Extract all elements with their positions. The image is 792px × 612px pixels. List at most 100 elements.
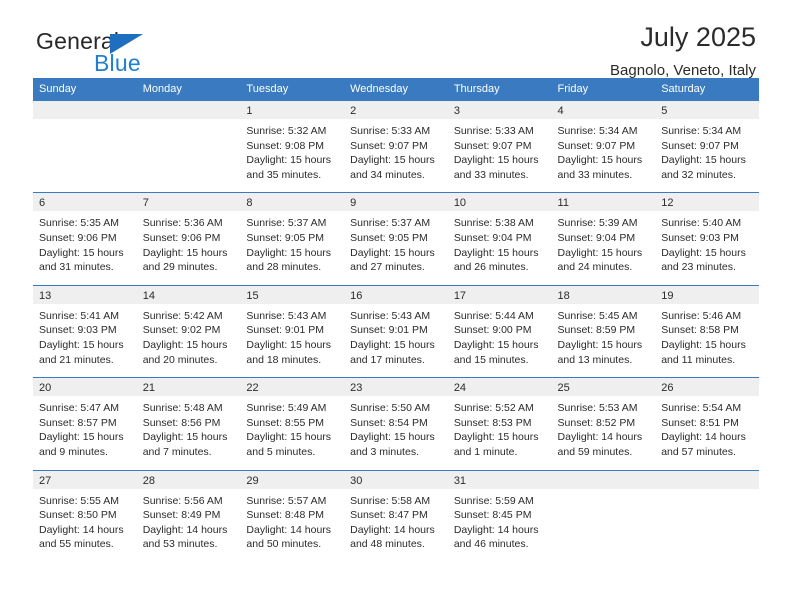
day-daylight-1-text: Daylight: 15 hours [557,338,643,351]
calendar-day-cell[interactable]: 12 Sunrise: 5:40 AM Sunset: 9:03 PM Dayligh… [655,192,759,286]
calendar-day-cell[interactable]: 2 Sunrise: 5:33 AM Sunset: 9:07 PM Daylight… [344,99,448,193]
day-daylight-2-text: and 27 minutes. [350,261,425,274]
day-sunset-text: Sunset: 9:01 PM [246,324,325,337]
day-details [137,119,241,181]
day-details: Sunrise: 5:44 AM Sunset: 9:00 PM Daylight:… [448,304,552,377]
calendar-day-cell[interactable]: 9 Sunrise: 5:37 AM Sunset: 9:05 PM Daylight… [344,192,448,286]
day-sunrise-text: Sunrise: 5:32 AM [246,125,327,137]
day-number: 30 [344,470,448,489]
calendar-week-row: 6 Sunrise: 5:35 AM Sunset: 9:06 PM Daylight… [33,192,759,286]
calendar-day-cell[interactable]: 25 Sunrise: 5:53 AM Sunset: 8:52 PM Dayligh… [551,377,656,470]
day-daylight-2-text: and 20 minutes. [142,353,218,366]
day-daylight-2-text: and 34 minutes. [350,168,425,181]
calendar-day-cell[interactable]: 28 Sunrise: 5:56 AM Sunset: 8:49 PM Dayligh… [136,469,241,562]
day-details [655,489,759,551]
calendar-day-cell[interactable]: 31 Sunrise: 5:59 AM Sunset: 8:45 PM Dayligh… [447,469,552,562]
day-number: 20 [33,378,137,397]
day-sunrise-text: Sunrise: 5:58 AM [350,494,431,507]
day-details: Sunrise: 5:32 AM Sunset: 9:08 PM Daylight:… [240,119,344,192]
day-number: 5 [655,101,759,119]
day-daylight-2-text: and 28 minutes. [246,261,322,274]
day-number: 3 [447,101,552,119]
page-header: General Blue July 2025 Bagnolo, Veneto, … [33,0,759,80]
day-number: 25 [551,378,656,397]
day-details: Sunrise: 5:53 AM Sunset: 8:52 PM Daylight:… [552,396,656,469]
calendar-day-cell[interactable]: 20 Sunrise: 5:47 AM Sunset: 8:57 PM Dayligh… [33,377,137,470]
day-sunrise-text: Sunrise: 5:44 AM [453,309,534,322]
calendar-day-cell[interactable]: 15 Sunrise: 5:43 AM Sunset: 9:01 PM Dayligh… [240,284,345,378]
brand-logo[interactable]: General Blue [36,28,236,80]
calendar-day-cell[interactable]: 27 Sunrise: 5:55 AM Sunset: 8:50 PM Dayligh… [33,469,137,562]
day-details: Sunrise: 5:52 AM Sunset: 8:53 PM Daylight:… [448,396,552,469]
day-details: Sunrise: 5:49 AM Sunset: 8:55 PM Daylight:… [240,396,344,469]
day-daylight-2-text: and 23 minutes. [661,261,736,274]
day-number: 1 [240,101,345,119]
calendar-day-cell[interactable]: 16 Sunrise: 5:43 AM Sunset: 9:01 PM Dayligh… [344,284,448,378]
day-sunrise-text: Sunrise: 5:56 AM [142,494,223,507]
day-sunset-text: Sunset: 9:03 PM [39,324,117,337]
day-sunset-text: Sunset: 9:06 PM [39,231,117,244]
day-sunrise-text: Sunrise: 5:49 AM [246,402,327,415]
calendar-day-cell[interactable]: 19 Sunrise: 5:46 AM Sunset: 8:58 PM Dayligh… [655,284,759,378]
day-details: Sunrise: 5:34 AM Sunset: 9:07 PM Daylight:… [552,119,656,192]
calendar-day-cell[interactable]: 14 Sunrise: 5:42 AM Sunset: 9:02 PM Dayligh… [136,284,241,378]
day-daylight-1-text: Daylight: 15 hours [142,246,228,259]
weekday-header-sunday: Sunday [33,78,137,101]
calendar-day-cell[interactable]: 22 Sunrise: 5:49 AM Sunset: 8:55 PM Dayligh… [240,377,345,470]
day-daylight-2-text: and 48 minutes. [350,538,425,551]
day-number: 15 [240,285,345,304]
day-sunset-text: Sunset: 9:07 PM [453,139,532,152]
day-sunset-text: Sunset: 8:52 PM [557,416,636,429]
day-number: 31 [447,470,552,489]
calendar-day-cell[interactable]: 1 Sunrise: 5:32 AM Sunset: 9:08 PM Daylight… [240,99,345,193]
day-details: Sunrise: 5:43 AM Sunset: 9:01 PM Daylight:… [344,304,448,377]
calendar-day-cell[interactable]: 7 Sunrise: 5:36 AM Sunset: 9:06 PM Daylight… [136,192,241,286]
day-daylight-2-text: and 32 minutes. [661,168,736,181]
day-number [551,470,656,489]
calendar-day-cell[interactable]: 17 Sunrise: 5:44 AM Sunset: 9:00 PM Dayligh… [447,284,552,378]
calendar-day-cell[interactable]: 18 Sunrise: 5:45 AM Sunset: 8:59 PM Dayligh… [551,284,656,378]
day-daylight-2-text: and 31 minutes. [39,261,114,274]
calendar-day-cell[interactable]: 3 Sunrise: 5:33 AM Sunset: 9:07 PM Daylight… [447,99,552,193]
calendar-day-cell[interactable]: 5 Sunrise: 5:34 AM Sunset: 9:07 PM Daylight… [655,99,759,193]
calendar-day-cell[interactable]: 26 Sunrise: 5:54 AM Sunset: 8:51 PM Dayligh… [655,377,759,470]
day-sunset-text: Sunset: 8:50 PM [39,509,117,522]
day-daylight-1-text: Daylight: 14 hours [453,523,539,536]
day-sunset-text: Sunset: 8:58 PM [661,324,739,337]
calendar-day-cell[interactable]: 13 Sunrise: 5:41 AM Sunset: 9:03 PM Dayligh… [33,284,137,378]
day-daylight-1-text: Daylight: 14 hours [557,431,643,444]
day-daylight-2-text: and 3 minutes. [350,445,419,458]
day-sunset-text: Sunset: 8:59 PM [557,324,636,337]
calendar-day-cell-empty [136,99,241,193]
day-daylight-1-text: Daylight: 15 hours [39,431,124,444]
day-details: Sunrise: 5:42 AM Sunset: 9:02 PM Daylight:… [137,304,241,377]
calendar-day-cell[interactable]: 23 Sunrise: 5:50 AM Sunset: 8:54 PM Dayligh… [344,377,448,470]
day-daylight-2-text: and 57 minutes. [661,445,736,458]
calendar-day-cell[interactable]: 11 Sunrise: 5:39 AM Sunset: 9:04 PM Dayligh… [551,192,656,286]
calendar-day-cell[interactable]: 8 Sunrise: 5:37 AM Sunset: 9:05 PM Daylight… [240,192,345,286]
day-number: 21 [136,378,241,397]
day-sunrise-text: Sunrise: 5:38 AM [453,217,534,230]
calendar-day-cell[interactable]: 10 Sunrise: 5:38 AM Sunset: 9:04 PM Dayligh… [447,192,552,286]
day-number: 10 [447,193,552,212]
calendar-day-cell[interactable]: 4 Sunrise: 5:34 AM Sunset: 9:07 PM Daylight… [551,99,656,193]
day-sunset-text: Sunset: 9:07 PM [661,139,739,152]
day-number: 12 [655,193,759,212]
day-details: Sunrise: 5:48 AM Sunset: 8:56 PM Daylight:… [137,396,241,469]
day-sunrise-text: Sunrise: 5:48 AM [142,402,223,415]
day-daylight-2-text: and 24 minutes. [557,261,633,274]
calendar-day-cell[interactable]: 30 Sunrise: 5:58 AM Sunset: 8:47 PM Dayligh… [344,469,448,562]
day-number: 11 [551,193,656,212]
calendar-day-cell[interactable]: 6 Sunrise: 5:35 AM Sunset: 9:06 PM Daylight… [33,192,137,286]
calendar-day-cell[interactable]: 24 Sunrise: 5:52 AM Sunset: 8:53 PM Dayligh… [447,377,552,470]
calendar-day-cell[interactable]: 29 Sunrise: 5:57 AM Sunset: 8:48 PM Dayligh… [240,469,345,562]
day-number: 7 [136,193,241,212]
day-sunrise-text: Sunrise: 5:43 AM [350,309,431,322]
day-daylight-1-text: Daylight: 14 hours [142,523,228,536]
day-number [655,470,759,489]
day-sunrise-text: Sunrise: 5:42 AM [142,309,223,322]
day-sunset-text: Sunset: 9:05 PM [246,231,325,244]
day-daylight-1-text: Daylight: 14 hours [39,523,124,536]
calendar-day-cell[interactable]: 21 Sunrise: 5:48 AM Sunset: 8:56 PM Dayligh… [136,377,241,470]
day-daylight-1-text: Daylight: 15 hours [453,246,539,259]
